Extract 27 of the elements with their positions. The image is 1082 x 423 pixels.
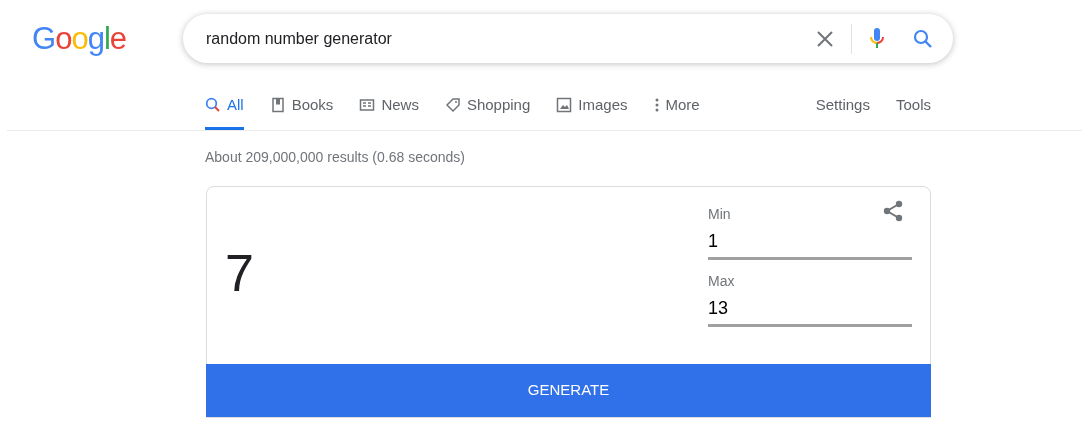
microphone-icon[interactable]: [869, 26, 885, 51]
number-field[interactable]: 1: [708, 228, 912, 260]
search-tab[interactable]: News: [359, 93, 419, 130]
image-icon: [556, 96, 573, 113]
close-icon[interactable]: [816, 29, 834, 48]
google-logo[interactable]: Google: [32, 23, 133, 54]
search-field[interactable]: random number generator: [183, 14, 953, 63]
generate-button[interactable]: GENERATE: [206, 364, 931, 417]
search-tab[interactable]: More: [653, 93, 700, 130]
search-tab[interactable]: Images: [556, 93, 628, 130]
random-number: 7: [225, 247, 254, 299]
share-icon[interactable]: [882, 200, 904, 222]
number-field[interactable]: 13: [708, 295, 912, 327]
book-icon: [269, 96, 286, 113]
dots-icon: [653, 96, 660, 113]
newspaper-icon: [359, 96, 376, 113]
search-icon[interactable]: [913, 28, 933, 49]
tag-icon: [444, 96, 461, 113]
field-label: Min: [708, 207, 731, 221]
search-tab[interactable]: Books: [269, 93, 334, 130]
field-label: Max: [708, 274, 735, 288]
result-stats: About 209,000,000 results (0.68 seconds): [205, 148, 466, 167]
search-icon: [205, 96, 221, 113]
search-input[interactable]: random number generator: [206, 26, 816, 51]
tools-link[interactable]: Settings: [815, 93, 870, 116]
search-tab[interactable]: Shopping: [444, 93, 531, 130]
tools-link[interactable]: Tools: [895, 93, 931, 116]
